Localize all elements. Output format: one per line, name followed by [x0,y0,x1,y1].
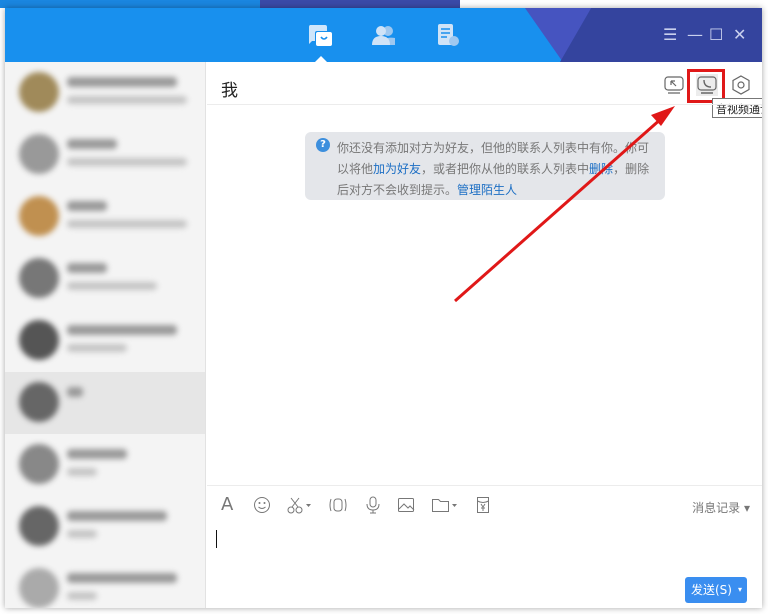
chat-title: 我 [221,81,238,101]
screen-share-icon[interactable] [663,74,685,96]
avatar [19,134,59,174]
contact-item-selected[interactable] [5,372,205,434]
contact-preview [67,220,187,228]
stranger-notice: ? 你还没有添加对方为好友，但他的联系人列表中有你。你可以将他加为好友，或者把你… [305,132,665,200]
contact-preview [67,344,127,352]
contact-item[interactable] [5,62,205,124]
contact-name [67,325,177,335]
contact-preview [67,592,97,600]
contact-list[interactable] [5,62,206,608]
red-packet-icon[interactable] [475,496,491,516]
contact-preview [67,158,187,166]
send-label: 发送(S) [691,583,732,597]
title-bar: ☰ — ☐ ✕ [5,8,762,62]
header-divider [207,104,762,105]
contact-name [67,201,107,211]
maximize-button[interactable]: ☐ [709,26,723,44]
minimize-button[interactable]: — [687,26,703,44]
input-toolbar: A 消息记录 ▾ [207,485,762,515]
window-shake-icon[interactable] [329,496,347,516]
contact-name [67,511,167,521]
chat-panel: 我 音视频通话 ? 你还没有添加对方为好友，但他的联系人列表中有你。你可以将他加… [207,62,762,608]
avatar [19,196,59,236]
contacts-tab-icon[interactable] [371,23,397,47]
contact-name [67,449,127,459]
contact-name [67,573,177,583]
add-friend-link[interactable]: 加为好友 [373,162,421,176]
background-dark [260,0,460,8]
contact-item[interactable] [5,558,205,608]
delete-link[interactable]: 删除 [589,162,613,176]
avatar [19,72,59,112]
contact-name [67,139,117,149]
background-window [0,0,768,8]
image-icon[interactable] [397,496,415,516]
notice-text: ，或者把你从他的联系人列表中 [421,162,590,176]
chat-window: ☰ — ☐ ✕ 我 音视频通话 ? 你还没有添加对方为好友，但他的联系人列表中有… [5,8,762,608]
send-button[interactable]: 发送(S) ▾ [685,577,747,603]
contact-item[interactable] [5,124,205,186]
font-button[interactable]: A [221,494,233,515]
message-history-button[interactable]: 消息记录 ▾ [692,499,750,516]
avatar [19,444,59,484]
emoji-icon[interactable] [253,496,271,516]
message-input-cursor[interactable] [216,530,217,548]
avatar [19,568,59,608]
contact-preview [67,530,97,538]
contact-item[interactable] [5,310,205,372]
messages-tab-icon[interactable] [307,23,333,47]
avatar [19,320,59,360]
help-icon: ? [316,138,330,152]
manage-strangers-link[interactable]: 管理陌生人 [457,183,517,197]
contact-name [67,387,83,397]
contact-item[interactable] [5,186,205,248]
contact-preview [67,468,97,476]
contact-item[interactable] [5,434,205,496]
avatar [19,258,59,298]
screenshot-scissors-icon[interactable] [287,496,313,516]
avatar [19,506,59,546]
contact-item[interactable] [5,496,205,558]
close-button[interactable]: ✕ [733,26,746,44]
menu-button[interactable]: ☰ [663,26,677,44]
files-tab-icon[interactable] [435,23,461,47]
contact-preview [67,282,157,290]
contact-name [67,77,177,87]
send-options-dropdown[interactable]: ▾ [738,577,742,603]
contact-item[interactable] [5,248,205,310]
avatar [19,382,59,422]
contact-preview [67,96,187,104]
contact-name [67,263,107,273]
voice-message-icon[interactable] [365,496,381,516]
call-tooltip: 音视频通话 [712,98,762,118]
folder-icon[interactable] [431,496,459,516]
settings-hexagon-icon[interactable] [730,74,752,96]
header-decoration [560,8,762,62]
